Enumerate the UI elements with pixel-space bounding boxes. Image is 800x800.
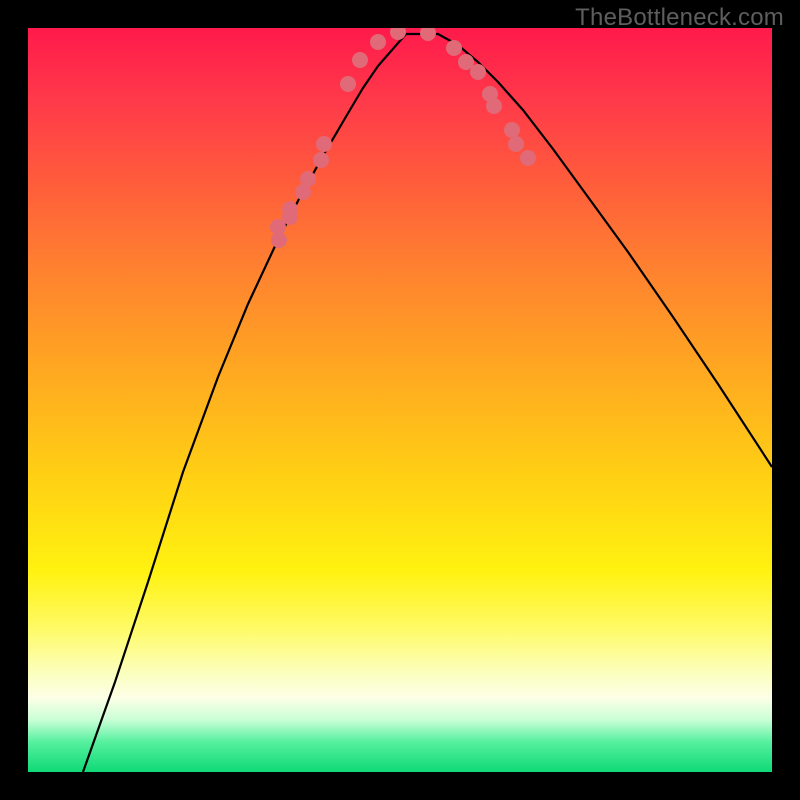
chart-frame: TheBottleneck.com <box>0 0 800 800</box>
marker-dot <box>470 64 486 80</box>
marker-dot <box>316 136 332 152</box>
marker-dot <box>282 201 298 217</box>
curve-path <box>83 34 772 772</box>
marker-dot <box>520 150 536 166</box>
marker-dot <box>352 52 368 68</box>
bottleneck-curve <box>28 28 772 772</box>
marker-dot <box>340 76 356 92</box>
marker-dot <box>446 40 462 56</box>
marker-dot <box>486 98 502 114</box>
marker-dot <box>508 136 524 152</box>
marker-dot <box>370 34 386 50</box>
marker-dot <box>313 152 329 168</box>
watermark-text: TheBottleneck.com <box>575 4 784 32</box>
plot-area <box>28 28 772 772</box>
marker-dot <box>300 171 316 187</box>
